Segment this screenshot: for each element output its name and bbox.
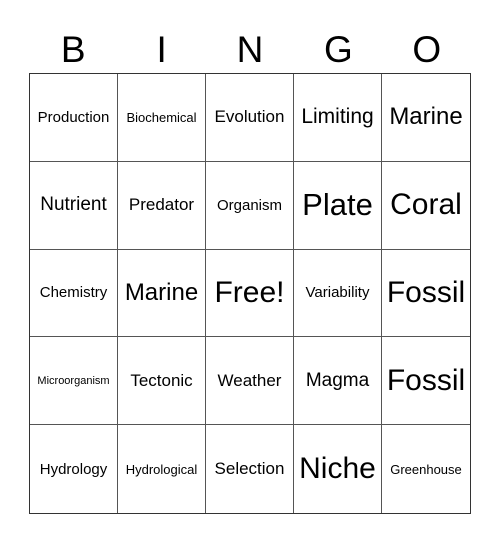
- bingo-grid: Production Biochemical Evolution Limitin…: [29, 73, 471, 514]
- bingo-cell[interactable]: Greenhouse: [382, 425, 470, 513]
- bingo-cell[interactable]: Marine: [118, 249, 206, 338]
- bingo-cell[interactable]: Selection: [206, 425, 294, 513]
- bingo-cell[interactable]: Marine: [382, 74, 470, 162]
- header-letter-o: O: [412, 29, 442, 70]
- bingo-cell[interactable]: Fossil: [382, 250, 470, 338]
- bingo-cell[interactable]: Weather: [206, 337, 294, 426]
- bingo-cell[interactable]: Coral: [382, 162, 470, 250]
- bingo-cell[interactable]: Niche: [294, 425, 382, 513]
- bingo-cell[interactable]: Hydrology: [30, 425, 118, 513]
- header-letter-n: N: [236, 29, 264, 70]
- bingo-cell[interactable]: Magma: [294, 337, 382, 426]
- bingo-cell[interactable]: Production: [30, 74, 118, 162]
- header-letter-b: B: [60, 29, 86, 70]
- bingo-cell[interactable]: Biochemical: [118, 74, 206, 162]
- bingo-cell[interactable]: Tectonic: [118, 337, 206, 426]
- bingo-cell[interactable]: Predator: [118, 161, 206, 250]
- bingo-cell[interactable]: Plate: [294, 161, 382, 250]
- bingo-header: B I N G O: [29, 28, 471, 72]
- header-letter-g: G: [323, 29, 353, 70]
- bingo-cell[interactable]: Limiting: [294, 74, 382, 162]
- header-letter-i: I: [156, 29, 167, 70]
- bingo-cell[interactable]: Organism: [206, 161, 294, 250]
- bingo-cell[interactable]: Evolution: [206, 74, 294, 162]
- bingo-cell[interactable]: Fossil: [382, 337, 470, 426]
- bingo-cell[interactable]: Variability: [294, 249, 382, 338]
- free-space-cell[interactable]: Free!: [206, 249, 294, 338]
- bingo-cell[interactable]: Chemistry: [30, 249, 118, 338]
- bingo-cell[interactable]: Nutrient: [30, 161, 118, 250]
- bingo-cell[interactable]: Hydrological: [118, 425, 206, 513]
- bingo-cell[interactable]: Microorganism: [30, 337, 118, 426]
